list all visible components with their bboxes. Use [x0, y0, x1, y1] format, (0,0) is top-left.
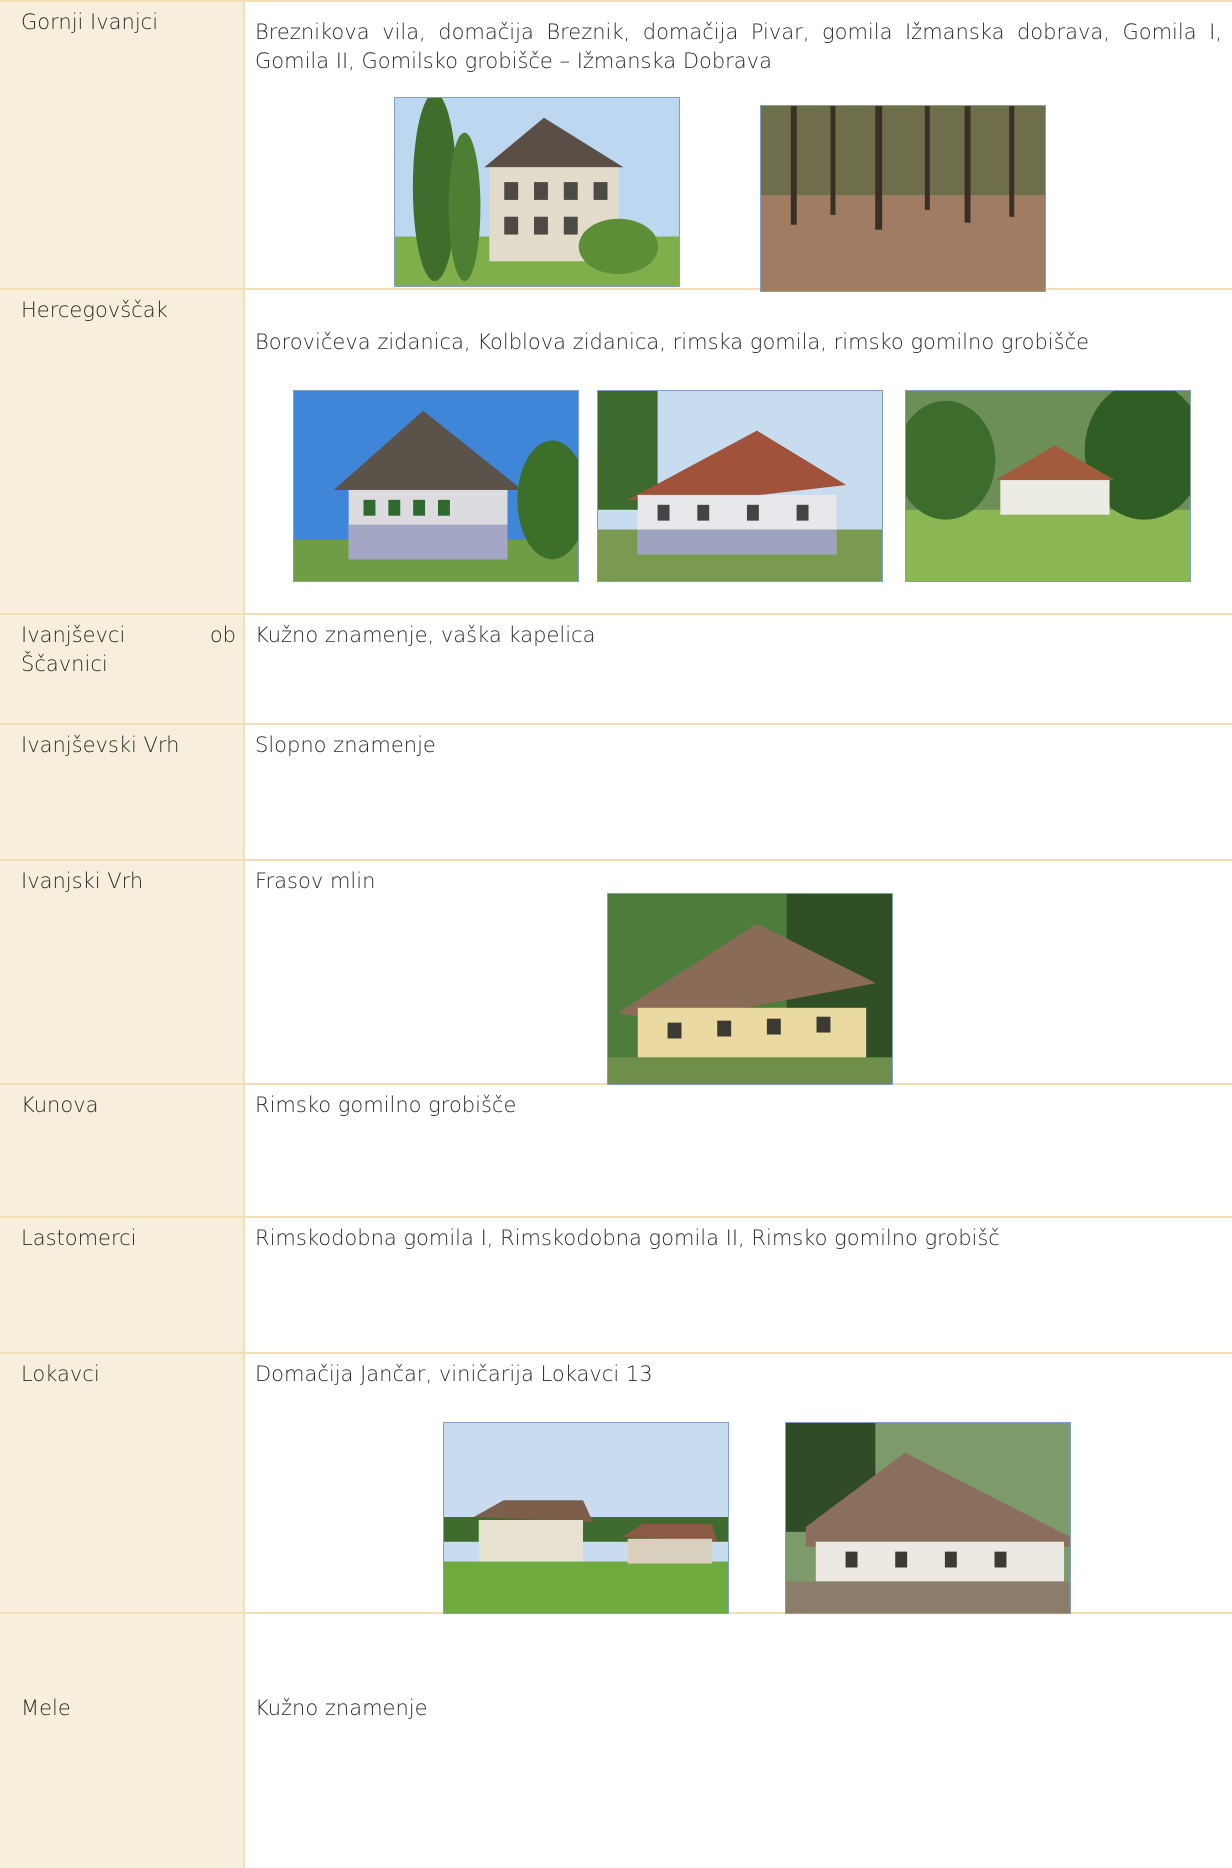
place-description: Rimskodobna gomila I, Rimskodobna gomila…: [255, 1226, 1000, 1250]
place-cell: Hercegovščak: [0, 290, 245, 613]
place-name: Lokavci: [21, 1362, 100, 1386]
villa-photo: [394, 97, 680, 287]
description-cell: Breznikova vila, domačija Breznik, domač…: [245, 2, 1232, 292]
place-cell: Ivanjševci ob Ščavnici: [0, 615, 245, 723]
place-cell: Lokavci: [0, 1354, 245, 1612]
place-name: Ivanjševci ob Ščavnici: [21, 623, 236, 676]
place-cell: Kunova: [0, 1085, 245, 1216]
place-cell: Gornji Ivanjci: [0, 2, 245, 288]
place-name: Lastomerci: [21, 1226, 137, 1250]
place-description: Breznikova vila, domačija Breznik, domač…: [255, 20, 1222, 73]
place-name: Ivanjševski Vrh: [21, 733, 180, 757]
place-cell: Ivanjski Vrh: [0, 861, 245, 1083]
place-description: Domačija Jančar, viničarija Lokavci 13: [255, 1362, 653, 1386]
table-row: Gornji Ivanjci Breznikova vila, domačija…: [0, 0, 1232, 292]
place-description: Borovičeva zidanica, Kolblova zidanica, …: [255, 330, 1090, 354]
place-name: Kunova: [21, 1093, 99, 1117]
table-row: Ivanjševci ob Ščavnici Kužno znamenje, v…: [0, 615, 1232, 725]
forest-photo: [760, 105, 1046, 292]
place-cell: Ivanjševski Vrh: [0, 725, 245, 859]
place-description: Rimsko gomilno grobišče: [255, 1093, 517, 1117]
table-row: Hercegovščak Borovičeva zidanica, Kolblo…: [0, 290, 1232, 615]
table-row: Lastomerci Rimskodobna gomila I, Rimskod…: [0, 1218, 1232, 1354]
place-name: Ivanjski Vrh: [21, 869, 144, 893]
description-cell: Frasov mlin: [245, 861, 1232, 1085]
description-cell: Rimskodobna gomila I, Rimskodobna gomila…: [245, 1218, 1232, 1352]
table-row: Ivanjševski Vrh Slopno znamenje: [0, 725, 1232, 861]
jancar-homestead-photo: [443, 1422, 729, 1614]
description-cell: Kužno znamenje, vaška kapelica: [245, 615, 1232, 723]
description-cell: Kužno znamenje: [245, 1614, 1232, 1868]
table-row: Ivanjski Vrh Frasov mlin: [0, 861, 1232, 1085]
place-description: Kužno znamenje: [255, 1696, 428, 1720]
table-row: Lokavci Domačija Jančar, viničarija Loka…: [0, 1354, 1232, 1614]
description-cell: Borovičeva zidanica, Kolblova zidanica, …: [245, 290, 1232, 613]
table-row: Kunova Rimsko gomilno grobišče: [0, 1085, 1232, 1218]
place-description: Kužno znamenje, vaška kapelica: [255, 623, 596, 647]
fras-mill-photo: [607, 893, 893, 1085]
place-cell: Mele: [0, 1614, 245, 1868]
vinicarija-photo: [785, 1422, 1071, 1614]
table-row: Mele Kužno znamenje: [0, 1614, 1232, 1868]
description-cell: Rimsko gomilno grobišče: [245, 1085, 1232, 1216]
place-description: Slopno znamenje: [255, 733, 436, 757]
description-cell: Slopno znamenje: [245, 725, 1232, 859]
place-name: Hercegovščak: [21, 298, 168, 322]
borovic-cellar-photo: [293, 390, 579, 582]
place-name: Gornji Ivanjci: [21, 10, 159, 34]
place-cell: Lastomerci: [0, 1218, 245, 1352]
kolbl-cellar-photo: [597, 390, 883, 582]
roman-tumulus-photo: [905, 390, 1191, 582]
place-description: Frasov mlin: [255, 869, 376, 893]
place-name: Mele: [21, 1696, 71, 1720]
description-cell: Domačija Jančar, viničarija Lokavci 13: [245, 1354, 1232, 1614]
